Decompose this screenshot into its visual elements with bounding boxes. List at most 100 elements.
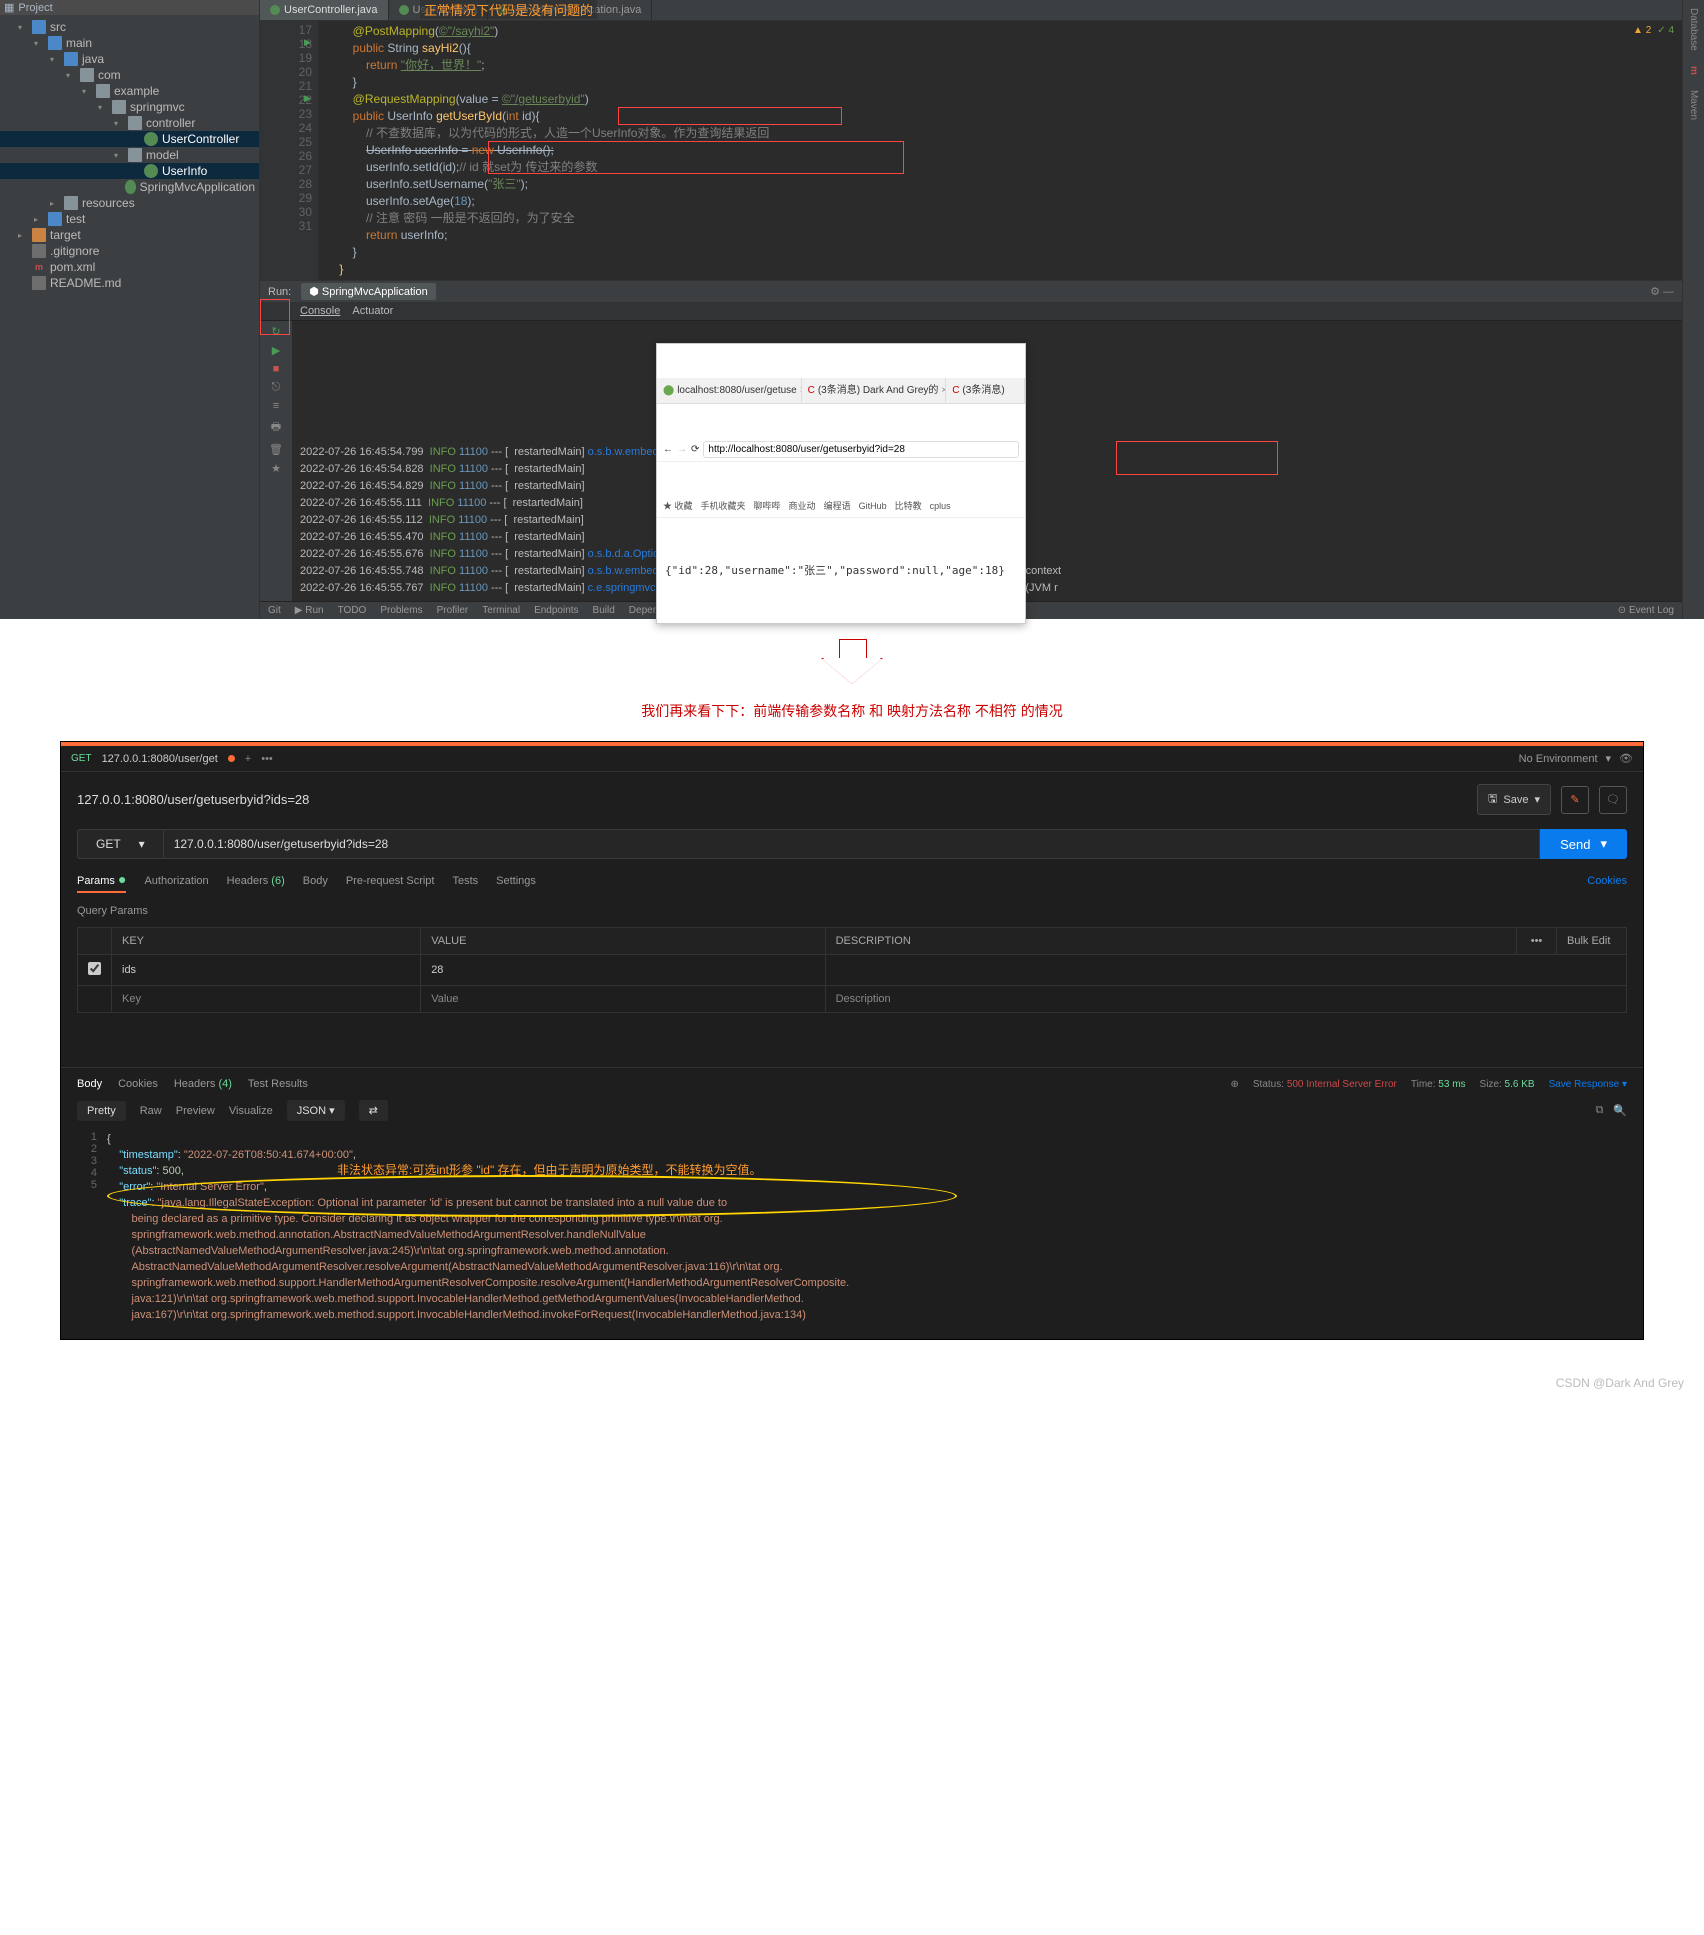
event-log[interactable]: ⊙ Event Log <box>1618 605 1674 616</box>
status-item[interactable]: Problems <box>380 605 422 616</box>
param-key[interactable]: ids <box>112 955 421 986</box>
console-output[interactable]: ⬤localhost:8080/user/getuse× C(3条消息) Dar… <box>292 321 1682 601</box>
code-editor[interactable]: ▲ 2 ✓ 4 17▶18192021▶22232425262728293031… <box>260 21 1682 280</box>
tree-item[interactable]: UserController <box>0 131 259 147</box>
json-text[interactable]: { "timestamp": "2022-07-26T08:50:41.674+… <box>107 1131 849 1323</box>
edit-icon[interactable]: ✎ <box>1561 786 1589 814</box>
tree-item[interactable]: UserInfo <box>0 163 259 179</box>
request-title[interactable]: 127.0.0.1:8080/user/getuserbyid?ids=28 <box>77 792 309 807</box>
trash-icon[interactable]: 🗑 <box>269 443 283 456</box>
exit-icon[interactable]: ⎋ <box>272 381 281 394</box>
tree-item[interactable]: ▾example <box>0 83 259 99</box>
reload-icon[interactable]: ⟳ <box>691 441 699 458</box>
tree-item[interactable]: ▸target <box>0 227 259 243</box>
file-tree[interactable]: ▾src▾main▾java▾com▾example▾springmvc▾con… <box>0 15 259 295</box>
resp-headers-tab[interactable]: Headers (4) <box>174 1078 232 1090</box>
url-field[interactable]: 127.0.0.1:8080/user/getuserbyid?ids=28 <box>163 829 1540 859</box>
resp-cookies-tab[interactable]: Cookies <box>118 1078 158 1090</box>
tree-item[interactable]: ▸resources <box>0 195 259 211</box>
tests-tab[interactable]: Tests <box>452 875 478 893</box>
resp-tests-tab[interactable]: Test Results <box>248 1078 308 1090</box>
param-desc[interactable] <box>825 955 1626 986</box>
save-response[interactable]: Save Response ▾ <box>1549 1079 1627 1090</box>
bookmarks-bar[interactable]: ★ 收藏 手机收藏夹聊哔哔商业动编程语GitHub比特教cplus <box>657 496 1025 518</box>
maven-tab[interactable]: Maven <box>1688 90 1699 120</box>
key-placeholder[interactable]: Key <box>112 986 421 1013</box>
console-tab[interactable]: Console <box>300 305 340 317</box>
comment-icon[interactable]: 🗨 <box>1599 786 1627 814</box>
browser-tab[interactable]: C(3条消息) Dark And Grey的× <box>802 378 947 403</box>
tree-item[interactable]: ▸test <box>0 211 259 227</box>
actuator-tab[interactable]: Actuator <box>352 305 393 317</box>
auth-tab[interactable]: Authorization <box>144 875 208 893</box>
copy-icon[interactable]: ⧉ <box>1595 1104 1603 1117</box>
tree-item[interactable]: ▾src <box>0 19 259 35</box>
prereq-tab[interactable]: Pre-request Script <box>346 875 435 893</box>
method-select[interactable]: GET▾ <box>77 829 163 859</box>
browser-tab[interactable]: ⬤localhost:8080/user/getuse× <box>657 378 802 403</box>
body-tab[interactable]: Body <box>303 875 328 893</box>
tree-item[interactable]: ▾main <box>0 35 259 51</box>
row-checkbox[interactable] <box>88 962 101 975</box>
new-tab-icon[interactable]: + <box>245 753 251 765</box>
help-icon[interactable]: ★ <box>271 462 281 475</box>
print-icon[interactable]: 🖶 <box>271 418 281 437</box>
status-item[interactable]: Profiler <box>437 605 469 616</box>
cookies-link[interactable]: Cookies <box>1587 875 1627 893</box>
view-options[interactable]: Pretty Raw Preview Visualize JSON ▾ ⇄ ⧉🔍 <box>77 1090 1627 1131</box>
tree-item[interactable]: ▾springmvc <box>0 99 259 115</box>
database-tab[interactable]: Database <box>1688 8 1699 51</box>
environment-selector[interactable]: No Environment▾ 👁 <box>1519 752 1633 765</box>
desc-placeholder[interactable]: Description <box>825 986 1626 1013</box>
tree-item[interactable]: ▾controller <box>0 115 259 131</box>
headers-tab[interactable]: Headers (6) <box>227 875 285 893</box>
browser-tabs[interactable]: ⬤localhost:8080/user/getuse× C(3条消息) Dar… <box>657 378 1025 404</box>
run-sub-tabs[interactable]: Console Actuator 正常情况下代码是没有问题的 <box>260 302 1682 321</box>
status-item[interactable]: Build <box>593 605 615 616</box>
gear-icon[interactable]: ⚙ — <box>1650 285 1674 298</box>
tree-item[interactable]: .gitignore <box>0 243 259 259</box>
wrap-icon[interactable]: ⇄ <box>359 1100 388 1121</box>
param-value[interactable]: 28 <box>421 955 825 986</box>
preview-view[interactable]: Preview <box>176 1105 215 1117</box>
settings-tab[interactable]: Settings <box>496 875 536 893</box>
rerun-icon[interactable]: ↻ <box>271 325 280 338</box>
table-row-empty[interactable]: Key Value Description <box>78 986 1627 1013</box>
request-tabs[interactable]: Params ● Authorization Headers (6) Body … <box>77 869 1627 899</box>
resp-body-tab[interactable]: Body <box>77 1078 102 1090</box>
pretty-view[interactable]: Pretty <box>77 1101 126 1121</box>
tree-item[interactable]: mpom.xml <box>0 259 259 275</box>
status-item[interactable]: Terminal <box>482 605 520 616</box>
status-item[interactable]: ▶ Run <box>295 605 324 616</box>
raw-view[interactable]: Raw <box>140 1105 162 1117</box>
status-item[interactable]: Git <box>268 605 281 616</box>
response-tabs[interactable]: Body Cookies Headers (4) Test Results ⊕ … <box>77 1078 1627 1090</box>
tree-item[interactable]: ▾java <box>0 51 259 67</box>
more-icon[interactable]: ••• <box>1517 928 1557 955</box>
project-header[interactable]: ▦ Project <box>0 0 259 15</box>
request-tab[interactable]: 127.0.0.1:8080/user/get <box>102 753 218 765</box>
params-table[interactable]: KEY VALUE DESCRIPTION ••• Bulk Edit ids … <box>77 927 1627 1013</box>
forward-icon[interactable]: → <box>677 441 687 458</box>
eye-icon[interactable]: 👁 <box>1619 752 1633 765</box>
layout-icon[interactable]: ≡ <box>273 400 279 412</box>
more-icon[interactable]: ••• <box>261 753 273 765</box>
tree-item[interactable]: ▾com <box>0 67 259 83</box>
back-icon[interactable]: ← <box>663 441 673 458</box>
visualize-view[interactable]: Visualize <box>229 1105 273 1117</box>
run-icon[interactable]: ▶ <box>272 344 280 357</box>
run-config-tab[interactable]: ⬢ SpringMvcApplication <box>301 283 435 300</box>
response-body[interactable]: 12345 { "timestamp": "2022-07-26T08:50:4… <box>77 1131 1627 1323</box>
value-placeholder[interactable]: Value <box>421 986 825 1013</box>
browser-tab[interactable]: C(3条消息) <box>946 378 1025 403</box>
tree-item[interactable]: ▾model <box>0 147 259 163</box>
url-input[interactable] <box>703 441 1019 458</box>
params-tab[interactable]: Params ● <box>77 875 126 893</box>
table-row[interactable]: ids 28 <box>78 955 1627 986</box>
tree-item[interactable]: SpringMvcApplication <box>0 179 259 195</box>
save-button[interactable]: 🖫 Save ▾ <box>1477 784 1551 815</box>
stop-icon[interactable]: ■ <box>273 363 280 375</box>
code-content[interactable]: @PostMapping(©"/sayhi2") public String s… <box>318 21 777 280</box>
right-sidebar[interactable]: Database m Maven <box>1682 0 1704 619</box>
send-button[interactable]: Send▾ <box>1540 829 1627 859</box>
